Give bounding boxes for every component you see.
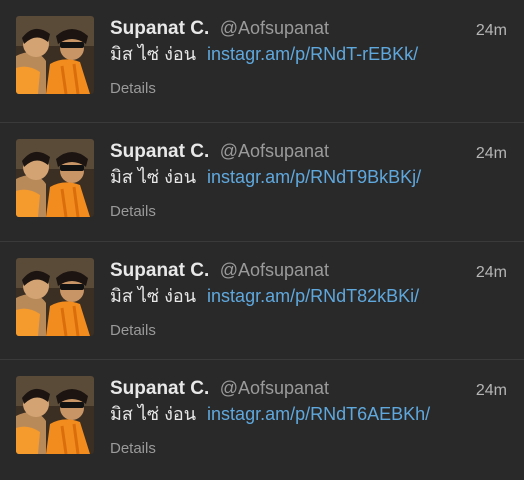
- timestamp[interactable]: 24m: [476, 382, 507, 400]
- details-link[interactable]: Details: [110, 203, 156, 220]
- tweet-link[interactable]: instagr.am/p/RNdT82kBKi/: [207, 286, 419, 306]
- tweet-text-line: มิส ไซ่ ง่อน instagr.am/p/RNdT9BkBKj/: [110, 165, 421, 189]
- tweet-text: มิส ไซ่ ง่อน: [110, 286, 197, 306]
- tweet-text: มิส ไซ่ ง่อน: [110, 44, 197, 64]
- avatar[interactable]: [16, 139, 94, 217]
- profile-photo-icon: [16, 139, 94, 217]
- tweet-text-line: มิส ไซ่ ง่อน instagr.am/p/RNdT6AEBKh/: [110, 402, 430, 426]
- tweet-item[interactable]: Supanat C. @Aofsupanat 24m มิส ไซ่ ง่อน …: [0, 359, 524, 476]
- author-name[interactable]: Supanat C.: [110, 260, 209, 281]
- avatar[interactable]: [16, 376, 94, 454]
- profile-photo-icon: [16, 258, 94, 336]
- profile-photo-icon: [16, 376, 94, 454]
- author-name[interactable]: Supanat C.: [110, 378, 209, 399]
- tweet-item[interactable]: Supanat C. @Aofsupanat 24m มิส ไซ่ ง่อน …: [0, 122, 524, 239]
- profile-photo-icon: [16, 16, 94, 94]
- tweet-item[interactable]: Supanat C. @Aofsupanat 24m มิส ไซ่ ง่อน …: [0, 0, 524, 117]
- tweet-text-line: มิส ไซ่ ง่อน instagr.am/p/RNdT-rEBKk/: [110, 42, 418, 66]
- avatar[interactable]: [16, 258, 94, 336]
- author-name[interactable]: Supanat C.: [110, 141, 209, 162]
- tweet-link[interactable]: instagr.am/p/RNdT6AEBKh/: [207, 404, 430, 424]
- author-line: Supanat C. @Aofsupanat: [110, 140, 329, 164]
- author-handle[interactable]: @Aofsupanat: [220, 260, 329, 280]
- tweet-feed: Supanat C. @Aofsupanat 24m มิส ไซ่ ง่อน …: [0, 0, 524, 480]
- tweet-link[interactable]: instagr.am/p/RNdT-rEBKk/: [207, 44, 418, 64]
- author-handle[interactable]: @Aofsupanat: [220, 378, 329, 398]
- author-handle[interactable]: @Aofsupanat: [220, 141, 329, 161]
- details-link[interactable]: Details: [110, 322, 156, 339]
- author-line: Supanat C. @Aofsupanat: [110, 259, 329, 283]
- avatar[interactable]: [16, 16, 94, 94]
- timestamp[interactable]: 24m: [476, 264, 507, 282]
- details-link[interactable]: Details: [110, 440, 156, 457]
- details-link[interactable]: Details: [110, 80, 156, 97]
- author-line: Supanat C. @Aofsupanat: [110, 377, 329, 401]
- timestamp[interactable]: 24m: [476, 22, 507, 40]
- author-handle[interactable]: @Aofsupanat: [220, 18, 329, 38]
- author-line: Supanat C. @Aofsupanat: [110, 17, 329, 41]
- tweet-item[interactable]: Supanat C. @Aofsupanat 24m มิส ไซ่ ง่อน …: [0, 241, 524, 358]
- tweet-text-line: มิส ไซ่ ง่อน instagr.am/p/RNdT82kBKi/: [110, 284, 419, 308]
- tweet-link[interactable]: instagr.am/p/RNdT9BkBKj/: [207, 167, 421, 187]
- author-name[interactable]: Supanat C.: [110, 18, 209, 39]
- tweet-text: มิส ไซ่ ง่อน: [110, 404, 197, 424]
- tweet-text: มิส ไซ่ ง่อน: [110, 167, 197, 187]
- timestamp[interactable]: 24m: [476, 145, 507, 163]
